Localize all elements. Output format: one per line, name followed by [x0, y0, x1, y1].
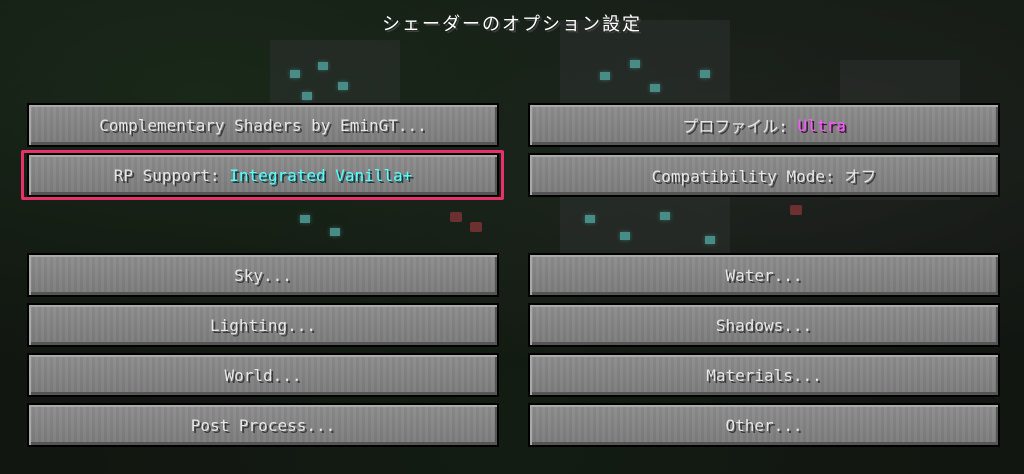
- lighting-button[interactable]: Lighting...: [27, 303, 499, 347]
- profile-button[interactable]: プロファイル: Ultra: [528, 103, 1000, 147]
- screen-title: シェーダーのオプション設定: [382, 14, 642, 35]
- water-button[interactable]: Water...: [528, 253, 1000, 297]
- lighting-label: Lighting...: [210, 315, 316, 335]
- sky-button[interactable]: Sky...: [27, 253, 499, 297]
- sky-label: Sky...: [234, 265, 292, 285]
- post-process-button[interactable]: Post Process...: [27, 403, 499, 447]
- profile-label: プロファイル:: [682, 117, 798, 136]
- other-label: Other...: [725, 415, 803, 435]
- shader-pack-button[interactable]: Complementary Shaders by EminGT...: [27, 103, 499, 147]
- materials-label: Materials...: [706, 365, 822, 385]
- compatibility-mode-label: Compatibility Mode: オフ: [651, 167, 877, 186]
- world-label: World...: [224, 365, 302, 385]
- shadows-button[interactable]: Shadows...: [528, 303, 1000, 347]
- post-process-label: Post Process...: [190, 415, 336, 435]
- rp-support-button[interactable]: RP Support: Integrated Vanilla+: [27, 153, 499, 197]
- rp-support-value: Integrated Vanilla+: [229, 165, 413, 185]
- materials-button[interactable]: Materials...: [528, 353, 1000, 397]
- rp-support-label: RP Support:: [113, 165, 230, 185]
- world-button[interactable]: World...: [27, 353, 499, 397]
- profile-value: Ultra: [797, 115, 846, 135]
- shadows-label: Shadows...: [715, 315, 813, 335]
- compatibility-mode-button[interactable]: Compatibility Mode: オフ: [528, 153, 1000, 197]
- shader-pack-label: Complementary Shaders by EminGT...: [99, 115, 427, 135]
- water-label: Water...: [725, 265, 803, 285]
- other-button[interactable]: Other...: [528, 403, 1000, 447]
